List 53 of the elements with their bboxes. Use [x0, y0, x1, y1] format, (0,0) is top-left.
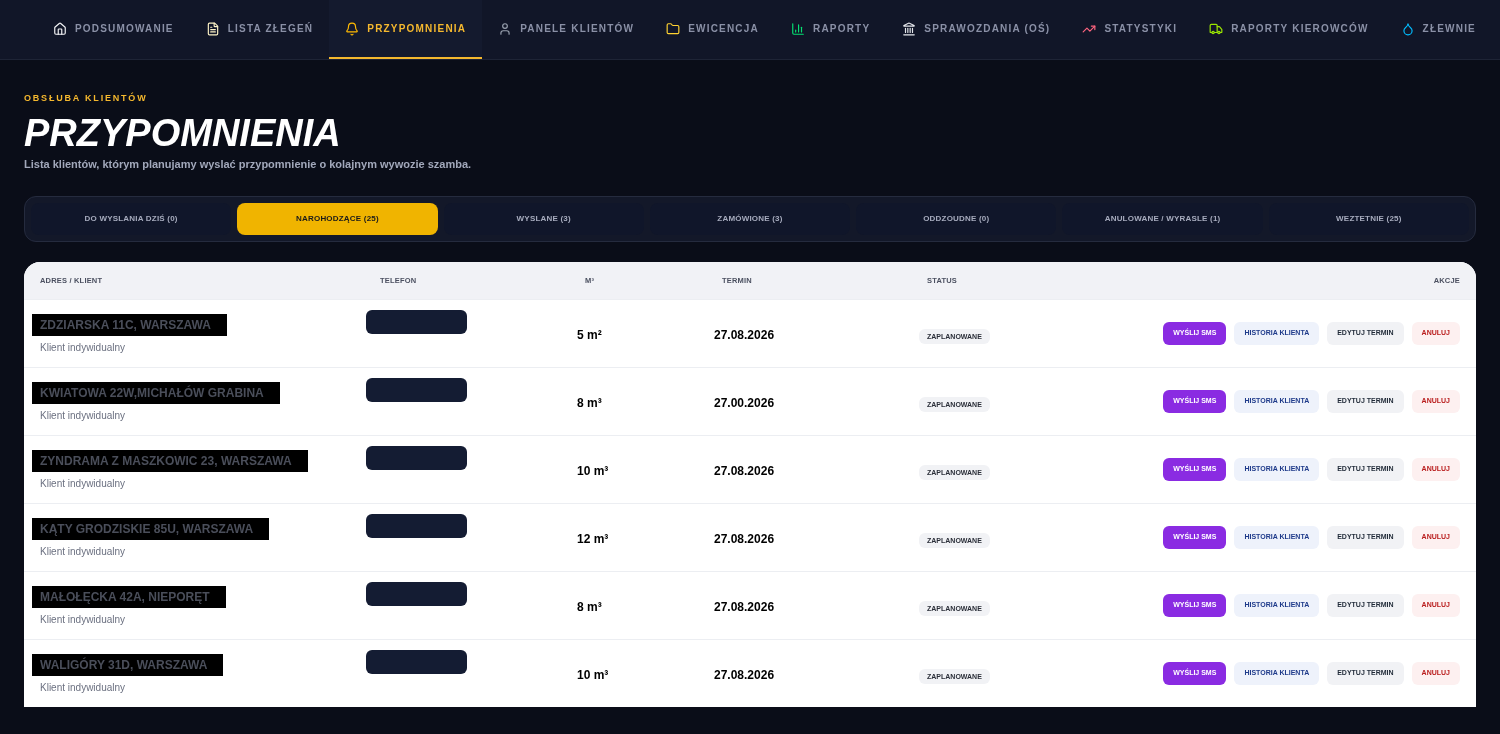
filter-tab[interactable]: WEZTETNIE (25) — [1268, 203, 1469, 235]
drop-icon — [1400, 21, 1415, 36]
redacted-address: ZDZIARSKA 11C, WARSZAWA — [32, 314, 227, 336]
volume: 10 m³ — [577, 667, 609, 682]
nav-tab[interactable]: PRZYPOMNIENIA — [329, 0, 483, 59]
redacted-address: MAŁOŁĘCKA 42A, NIEPORĘT — [32, 586, 226, 608]
nav-tab[interactable]: RAPORTY KIEROWCÓW — [1193, 0, 1385, 59]
reminder-date: 27.08.2026 — [714, 463, 775, 478]
nav-tab[interactable]: PANELE KLIENTÓW — [482, 0, 651, 59]
page-title: PRZYPOMNIENIA — [24, 110, 342, 156]
volume: 8 m³ — [577, 599, 602, 614]
nav-tab[interactable]: LISTA ZŁEGEŃ — [189, 0, 330, 59]
volume: 10 m³ — [577, 463, 609, 478]
section-eyebrow: OBSŁUBA KLIENTÓW — [24, 92, 149, 105]
filter-tab[interactable]: DO WYSLANIA DZIŚ (0) — [31, 203, 232, 235]
filter-tab[interactable]: ZAMÓWIONE (3) — [649, 203, 851, 235]
nav-tab[interactable]: PODSUMOWANIE — [36, 0, 190, 59]
filter-tab[interactable]: ODDZOUDNE (0) — [856, 203, 1057, 235]
bell-icon — [345, 21, 360, 36]
client-type: Klient indywidualny — [39, 681, 126, 695]
nav-tab[interactable]: ZŁEWNIE — [1384, 0, 1492, 59]
redacted-address: KWIATOWA 22W,MICHAŁÓW GRABINA — [32, 382, 280, 404]
document-icon — [205, 21, 220, 36]
filter-tab[interactable]: ANULOWANE / WYRASLE (1) — [1062, 203, 1263, 235]
client-type: Klient indywidualny — [39, 613, 126, 627]
redacted-address: ZYNDRAMA Z MASZKOWIC 23, WARSZAWA — [32, 450, 308, 472]
reminder-date: 27.00.2026 — [714, 395, 775, 410]
filter-tab[interactable]: WYSLANE (3) — [443, 203, 644, 235]
nav-tab[interactable]: SPRAWOZDANIA (OŚ) — [886, 0, 1067, 59]
volume: 12 m³ — [577, 531, 609, 546]
folder-icon — [666, 21, 681, 36]
truck-icon — [1209, 21, 1224, 36]
client-type: Klient indywidualny — [39, 409, 126, 423]
redacted-address: WALIGÓRY 31D, WARSZAWA — [32, 654, 224, 676]
reminder-date: 27.08.2026 — [714, 599, 775, 614]
user-icon — [498, 21, 513, 36]
nav-tab[interactable]: STATYSTYKI — [1066, 0, 1194, 59]
reminder-date: 27.08.2026 — [714, 667, 775, 682]
nav-tab[interactable]: RAPORTY — [774, 0, 887, 59]
nav-tab[interactable]: EWICENCJA — [650, 0, 775, 59]
reminder-date: 27.08.2026 — [714, 327, 775, 342]
volume: 5 m² — [577, 327, 602, 342]
redacted-address: KĄTY GRODZISKIE 85U, WARSZAWA — [32, 518, 270, 540]
bank-icon — [902, 21, 917, 36]
volume: 8 m³ — [577, 395, 602, 410]
client-type: Klient indywidualny — [39, 545, 126, 559]
home-icon — [52, 21, 67, 36]
filter-tab[interactable]: NAROHODZĄCE (25) — [237, 203, 438, 235]
bar-chart-icon — [790, 21, 805, 36]
page-subtitle: Lista klientów, którym planujamy wyslać przypomnienie o kolajnym wywozie szamba. — [24, 156, 473, 172]
client-type: Klient indywidualny — [39, 477, 126, 491]
reminder-date: 27.08.2026 — [714, 531, 775, 546]
client-type: Klient indywidualny — [39, 341, 126, 355]
